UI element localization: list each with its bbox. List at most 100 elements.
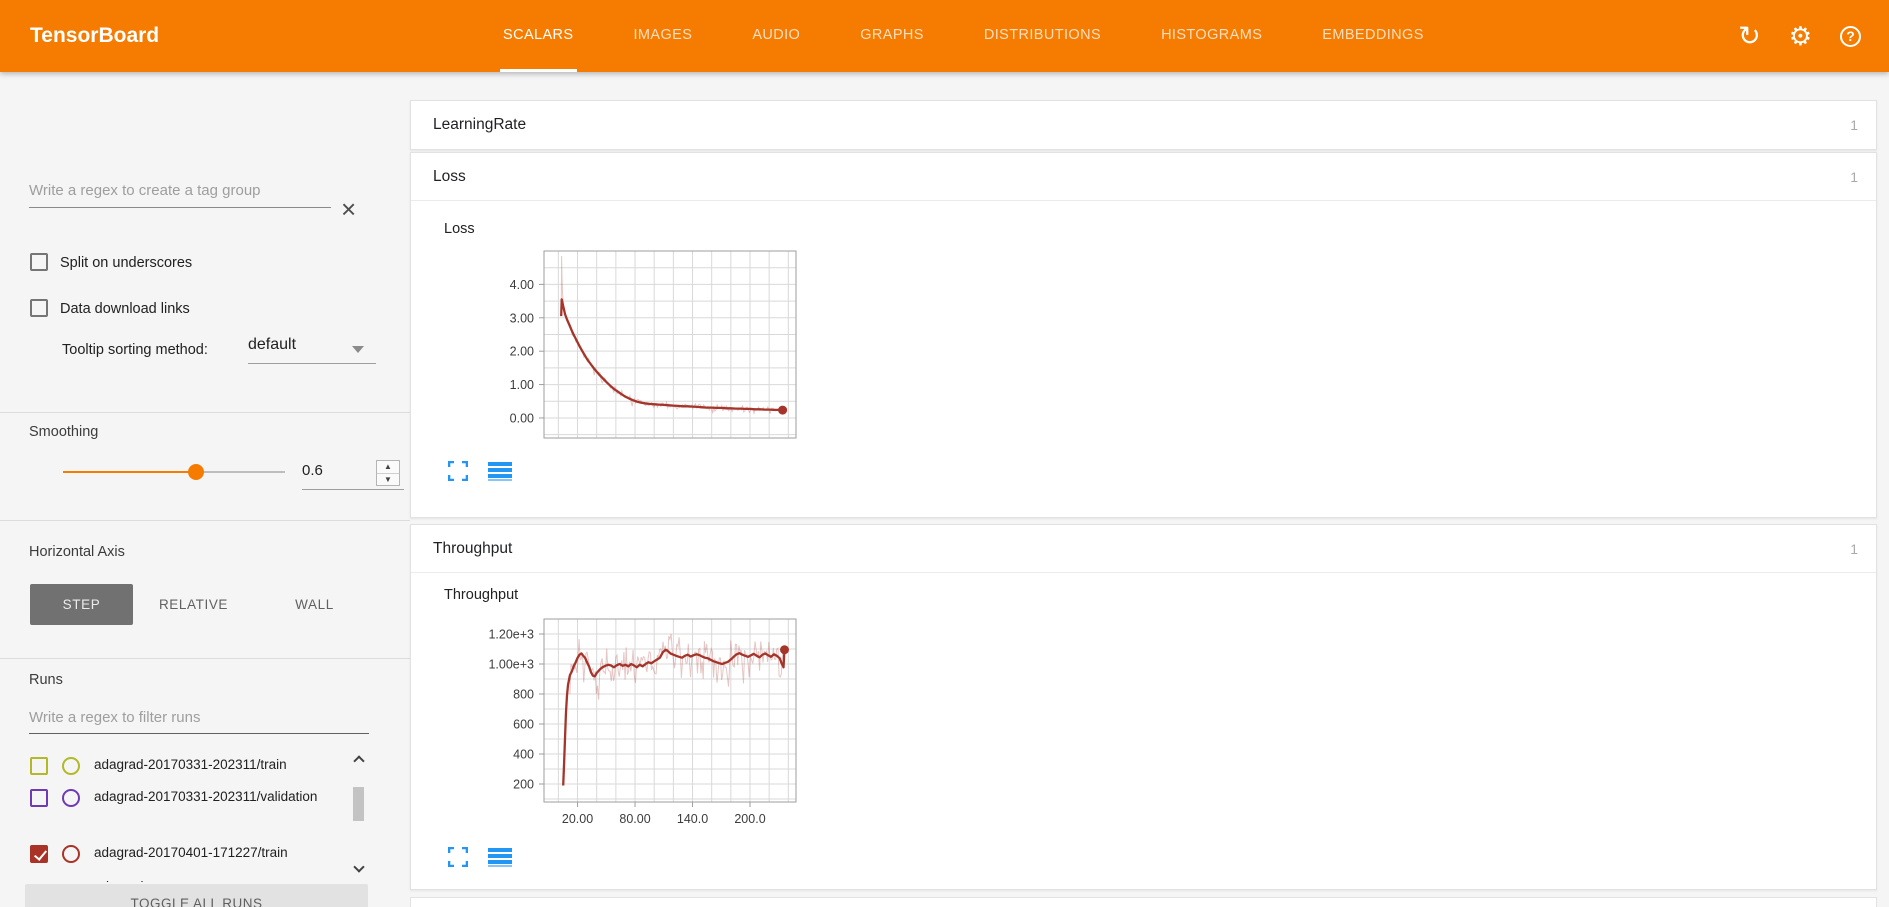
run-data-bars-icon[interactable]	[488, 847, 512, 867]
section-count-badge: 1	[1850, 541, 1858, 557]
run-list-scrollbar[interactable]	[352, 747, 366, 882]
slider-fill	[63, 471, 196, 473]
slider-thumb[interactable]	[188, 464, 204, 480]
nav-tab[interactable]: SCALARS	[500, 0, 577, 72]
horizontal-axis-label: Horizontal Axis	[29, 544, 125, 560]
split-underscores-label: Split on underscores	[60, 255, 192, 271]
section-count-badge: 1	[1850, 169, 1858, 185]
svg-text:3.00: 3.00	[510, 311, 534, 325]
run-list-item[interactable]: adagrad-20170331-202311/validation	[18, 787, 348, 808]
split-underscores-checkbox[interactable]	[30, 253, 48, 271]
axis-option-button[interactable]: RELATIVE	[133, 584, 254, 625]
run-list-item[interactable]: adagrad-20170331-202311/train	[18, 755, 348, 776]
header-actions: ↻ ⚙ ?	[1738, 0, 1889, 72]
svg-text:0.00: 0.00	[510, 411, 534, 425]
svg-text:1.20e+3: 1.20e+3	[488, 628, 534, 642]
svg-text:200: 200	[513, 778, 534, 792]
stepper-up-icon[interactable]: ▲	[377, 461, 399, 474]
nav-tab[interactable]: IMAGES	[631, 0, 696, 72]
tooltip-sorting-dropdown[interactable]: default	[248, 336, 296, 354]
divider	[0, 412, 410, 413]
smoothing-underline	[302, 489, 404, 490]
close-x-icon[interactable]: ×	[341, 196, 356, 222]
run-label: adagrad-20170331-202311/validation	[94, 787, 317, 808]
throughput-line-chart[interactable]: 2004006008001.00e+31.20e+320.0080.00140.…	[439, 609, 809, 844]
run-label: adagrad-20170401-171227/train	[94, 843, 288, 864]
nav-tabs: SCALARS IMAGES AUDIO GRAPHS DISTRIBUTIONS HIS…	[500, 0, 1427, 72]
tag-regex-input[interactable]	[29, 174, 331, 208]
section-throughput: Throughput 1 Throughput 200 400 600 800 1.00…	[410, 524, 1877, 890]
runs-filter-input[interactable]	[29, 702, 369, 734]
chart-title: Loss	[444, 221, 475, 237]
help-icon[interactable]: ?	[1840, 26, 1861, 47]
run-checkbox[interactable]	[30, 757, 48, 775]
svg-text:1.00e+3: 1.00e+3	[488, 658, 534, 672]
nav-tab[interactable]: HISTOGRAMS	[1158, 0, 1265, 72]
run-label: adagrad-	[94, 877, 148, 882]
run-checkbox[interactable]	[30, 845, 48, 863]
section-title: LearningRate	[433, 116, 1850, 134]
loss-line-chart[interactable]: 0.00 1.00 2.00 3.00 4.00	[439, 241, 809, 451]
data-download-checkbox[interactable]	[30, 299, 48, 317]
run-color-radio-icon[interactable]	[62, 845, 80, 863]
horizontal-axis-options: STEPRELATIVEWALL	[30, 582, 375, 626]
checkbox-box[interactable]	[30, 299, 48, 317]
run-list: adagrad-20170331-202311/train adagrad-20…	[18, 747, 348, 882]
run-data-bars-icon[interactable]	[488, 461, 512, 481]
tooltip-sorting-label: Tooltip sorting method:	[62, 342, 208, 358]
smoothing-label: Smoothing	[29, 424, 98, 440]
scroll-down-icon[interactable]	[353, 861, 364, 872]
chart-title: Throughput	[444, 587, 518, 603]
refresh-icon[interactable]: ↻	[1738, 23, 1761, 50]
fullscreen-expand-icon[interactable]	[448, 461, 468, 481]
svg-text:80.00: 80.00	[619, 812, 650, 826]
svg-text:800: 800	[513, 688, 534, 702]
main-content: LearningRate 1 Loss 1 Loss 0.00 1.00 2.00 3…	[410, 72, 1877, 907]
settings-gear-icon[interactable]: ⚙	[1789, 23, 1812, 49]
axis-option-button[interactable]: STEP	[30, 584, 133, 625]
nav-tab[interactable]: EMBEDDINGS	[1319, 0, 1427, 72]
divider	[0, 520, 410, 521]
app-header: TensorBoard SCALARSIMAGESAUDIOGRAPHSDIST…	[0, 0, 1889, 72]
section-loss-header[interactable]: Loss 1	[411, 153, 1876, 201]
runs-title: Runs	[29, 672, 63, 688]
chart-toolbar	[448, 461, 512, 481]
section-learningrate-header[interactable]: LearningRate 1	[411, 101, 1876, 149]
svg-text:2.00: 2.00	[510, 345, 534, 359]
next-section-partial	[410, 897, 1877, 907]
sidebar: × Split on underscores Data download lin…	[0, 72, 410, 907]
axis-option-button[interactable]: WALL	[254, 584, 375, 625]
nav-tab[interactable]: DISTRIBUTIONS	[981, 0, 1104, 72]
stepper-down-icon[interactable]: ▼	[377, 474, 399, 486]
run-color-radio-icon[interactable]	[62, 789, 80, 807]
svg-text:140.0: 140.0	[677, 812, 708, 826]
run-color-radio-icon[interactable]	[62, 757, 80, 775]
smoothing-value-input[interactable]: 0.6	[302, 462, 370, 479]
section-throughput-header[interactable]: Throughput 1	[411, 525, 1876, 573]
scroll-up-icon[interactable]	[353, 755, 364, 766]
section-title: Loss	[433, 168, 1850, 186]
svg-text:600: 600	[513, 718, 534, 732]
run-checkbox[interactable]	[30, 789, 48, 807]
svg-text:4.00: 4.00	[510, 278, 534, 292]
fullscreen-expand-icon[interactable]	[448, 847, 468, 867]
run-list-item[interactable]: adagrad-20170401-171227/train	[18, 843, 348, 864]
nav-tab[interactable]: GRAPHS	[857, 0, 927, 72]
section-title: Throughput	[433, 540, 1850, 558]
chevron-down-icon[interactable]	[352, 346, 364, 353]
scrollbar-thumb[interactable]	[353, 787, 364, 821]
run-label: adagrad-20170331-202311/train	[94, 755, 287, 776]
divider	[0, 658, 410, 659]
section-count-badge: 1	[1850, 117, 1858, 133]
dropdown-underline	[248, 363, 376, 364]
smoothing-stepper[interactable]: ▲ ▼	[376, 460, 400, 486]
svg-text:1.00: 1.00	[510, 378, 534, 392]
nav-tab[interactable]: AUDIO	[749, 0, 803, 72]
run-list-item[interactable]: adagrad-	[18, 877, 348, 882]
toggle-all-runs-button[interactable]: TOGGLE ALL RUNS	[25, 884, 368, 907]
chart-toolbar	[448, 847, 512, 867]
smoothing-slider[interactable]	[63, 471, 285, 473]
checkbox-box[interactable]	[30, 253, 48, 271]
data-download-label: Data download links	[60, 301, 190, 317]
svg-text:400: 400	[513, 748, 534, 762]
